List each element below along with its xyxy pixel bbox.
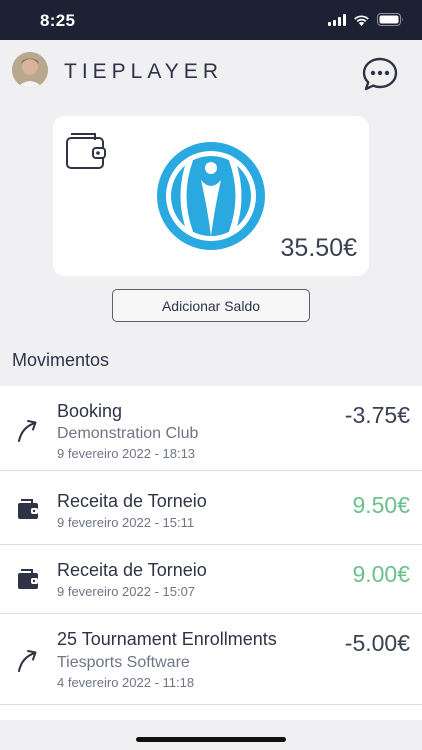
wallet-icon bbox=[18, 499, 38, 519]
battery-icon bbox=[377, 13, 403, 26]
arrow-up-right-icon bbox=[18, 650, 37, 672]
app-header: TIEPLAYER bbox=[0, 40, 422, 104]
transaction-title: Receita de Torneio bbox=[57, 560, 207, 580]
transaction-subtitle: Tiesports Software bbox=[57, 654, 190, 671]
transaction-date: 9 fevereiro 2022 - 18:13 bbox=[57, 446, 196, 461]
avatar[interactable] bbox=[12, 52, 48, 88]
transaction-row[interactable]: Receita de Torneio 9 fevereiro 2022 - 15… bbox=[0, 471, 422, 545]
status-bar: 8:25 bbox=[0, 0, 422, 40]
transaction-amount: 9.00€ bbox=[352, 561, 410, 587]
transaction-title: 25 Tournament Enrollments bbox=[57, 629, 277, 649]
transaction-subtitle: Demonstration Club bbox=[57, 425, 199, 442]
transaction-date: 9 fevereiro 2022 - 15:07 bbox=[57, 584, 196, 599]
chat-bubble-icon bbox=[362, 57, 398, 91]
transaction-title: Receita de Torneio bbox=[57, 491, 207, 511]
app-title: TIEPLAYER bbox=[64, 60, 223, 83]
wallet-card: 35.50€ bbox=[53, 116, 369, 276]
home-indicator bbox=[136, 737, 286, 742]
transaction-date: 4 fevereiro 2022 - 11:18 bbox=[57, 675, 195, 690]
transaction-row[interactable]: 25 Tournament Enrollments Tiesports Soft… bbox=[0, 614, 422, 705]
transaction-amount: 9.50€ bbox=[352, 492, 410, 518]
transaction-row[interactable]: Booking Demonstration Club 9 fevereiro 2… bbox=[0, 386, 422, 471]
status-icons bbox=[328, 13, 404, 26]
avatar-image bbox=[12, 52, 48, 88]
arrow-up-right-icon bbox=[18, 420, 37, 442]
signal-icon bbox=[328, 13, 346, 26]
transaction-title: Booking bbox=[57, 401, 123, 421]
transaction-row[interactable]: Receita de Torneio 9 fevereiro 2022 - 15… bbox=[0, 545, 422, 614]
wallet-icon bbox=[66, 133, 106, 169]
transactions-list: Booking Demonstration Club 9 fevereiro 2… bbox=[0, 386, 422, 720]
wallet-balance: 35.50€ bbox=[280, 234, 357, 262]
add-balance-button[interactable]: Adicionar Saldo bbox=[112, 289, 310, 322]
transaction-amount: -5.00€ bbox=[344, 630, 410, 656]
section-title: Movimentos bbox=[12, 350, 110, 370]
wifi-icon bbox=[354, 14, 369, 26]
chat-button[interactable] bbox=[361, 55, 399, 93]
transaction-amount: -3.75€ bbox=[344, 402, 410, 428]
tieplayer-logo bbox=[157, 142, 265, 250]
wallet-icon bbox=[18, 569, 38, 589]
transaction-date: 9 fevereiro 2022 - 15:11 bbox=[57, 515, 195, 530]
status-time: 8:25 bbox=[40, 11, 76, 30]
